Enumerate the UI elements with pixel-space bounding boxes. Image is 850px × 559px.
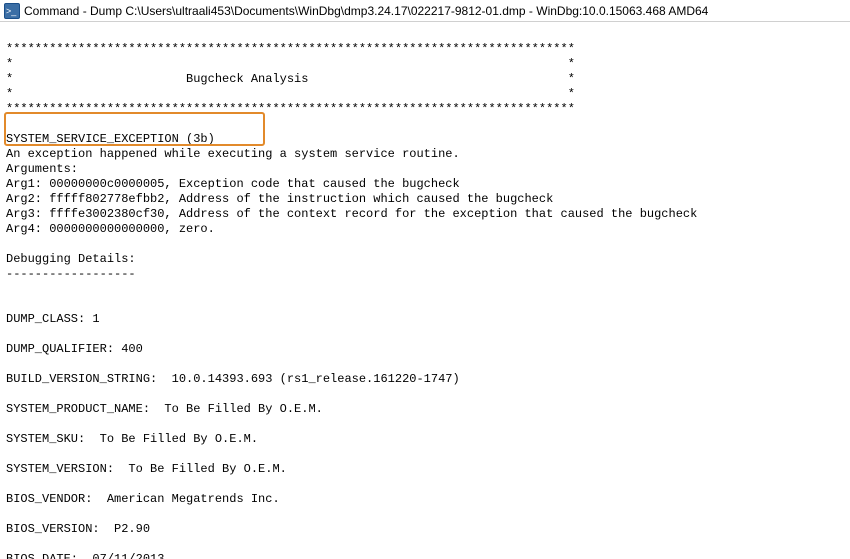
banner-blank2: * * xyxy=(6,87,575,101)
banner-blank: * * xyxy=(6,57,575,71)
window-title: Command - Dump C:\Users\ultraali453\Docu… xyxy=(24,4,708,18)
titlebar[interactable]: >_ Command - Dump C:\Users\ultraali453\D… xyxy=(0,0,850,22)
arg2: Arg2: fffff802778efbb2, Address of the i… xyxy=(6,192,553,206)
command-prompt-icon: >_ xyxy=(4,3,20,19)
arg4: Arg4: 0000000000000000, zero. xyxy=(6,222,215,236)
arg3: Arg3: ffffe3002380cf30, Address of the c… xyxy=(6,207,697,221)
command-output[interactable]: ****************************************… xyxy=(0,22,850,559)
banner-bottom: ****************************************… xyxy=(6,102,575,116)
dump-class: DUMP_CLASS: 1 xyxy=(6,312,100,326)
arg1: Arg1: 00000000c0000005, Exception code t… xyxy=(6,177,460,191)
build-version: BUILD_VERSION_STRING: 10.0.14393.693 (rs… xyxy=(6,372,460,386)
exception-name: SYSTEM_SERVICE_EXCEPTION (3b) xyxy=(6,132,215,146)
system-version: SYSTEM_VERSION: To Be Filled By O.E.M. xyxy=(6,462,287,476)
bios-date: BIOS_DATE: 07/11/2013 xyxy=(6,552,164,559)
banner-title: * Bugcheck Analysis * xyxy=(6,72,575,86)
system-product: SYSTEM_PRODUCT_NAME: To Be Filled By O.E… xyxy=(6,402,323,416)
banner-top: ****************************************… xyxy=(6,42,575,56)
dump-qualifier: DUMP_QUALIFIER: 400 xyxy=(6,342,143,356)
args-header: Arguments: xyxy=(6,162,78,176)
windbg-command-window: >_ Command - Dump C:\Users\ultraali453\D… xyxy=(0,0,850,559)
exception-desc: An exception happened while executing a … xyxy=(6,147,460,161)
bios-version: BIOS_VERSION: P2.90 xyxy=(6,522,150,536)
system-sku: SYSTEM_SKU: To Be Filled By O.E.M. xyxy=(6,432,258,446)
details-rule: ------------------ xyxy=(6,267,136,281)
bios-vendor: BIOS_VENDOR: American Megatrends Inc. xyxy=(6,492,280,506)
details-header: Debugging Details: xyxy=(6,252,136,266)
